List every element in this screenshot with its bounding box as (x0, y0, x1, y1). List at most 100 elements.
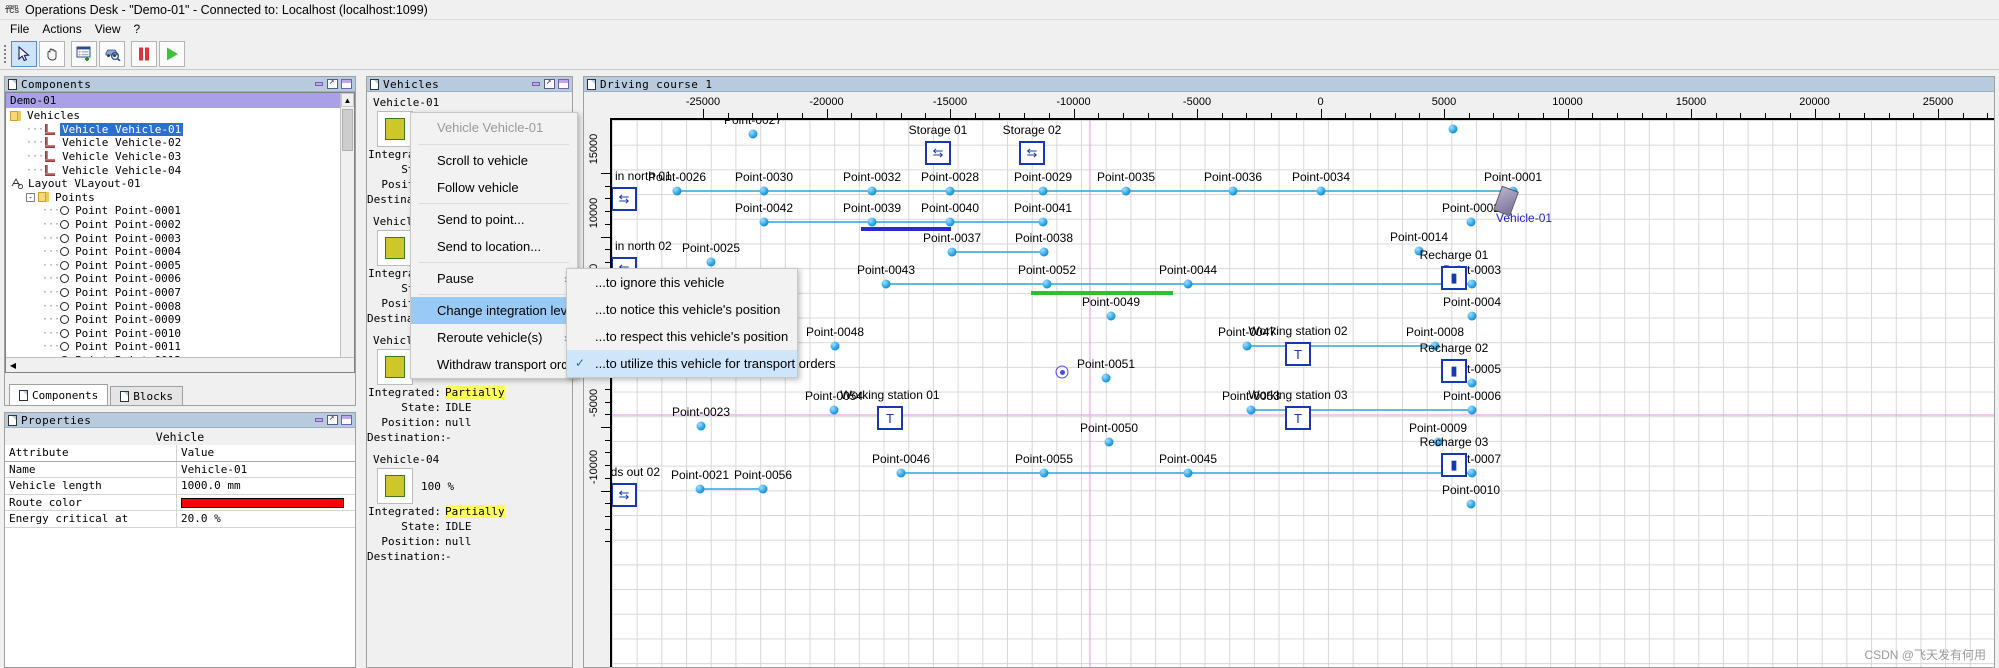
tree-item[interactable]: - Points (6, 191, 340, 205)
vehicle-entry[interactable]: Vehicle-04 100 % Integrated: Partially State… (367, 449, 572, 568)
tree-item[interactable]: Layout VLayout-01 (6, 177, 340, 191)
map-point[interactable] (867, 186, 877, 196)
map-point[interactable] (1242, 341, 1252, 351)
context-menu-item[interactable]: Send to point... (411, 206, 577, 233)
integration-level-option[interactable]: ...to respect this vehicle's position (567, 323, 797, 350)
workstation-icon[interactable]: T (877, 406, 903, 430)
tree-item[interactable]: ··· Point Point-0001 (6, 204, 340, 218)
property-row[interactable]: Route color (5, 494, 355, 511)
route-color-swatch[interactable] (181, 497, 345, 508)
tree-item[interactable]: ··· Vehicle Vehicle-01 (6, 122, 340, 137)
property-row[interactable]: Name Vehicle-01 (5, 461, 355, 478)
menu-view[interactable]: View (91, 21, 130, 37)
tree-horizontal-scrollbar[interactable]: ◀ (6, 357, 354, 372)
battery-icon[interactable]: ▮ (1441, 453, 1467, 477)
select-tool-button[interactable] (11, 40, 37, 67)
goods-icon[interactable]: ⇆ (612, 187, 637, 211)
map-point[interactable] (1466, 217, 1476, 227)
menu-help[interactable]: ? (130, 21, 150, 37)
scroll-up-arrow[interactable]: ▲ (341, 93, 354, 107)
properties-table[interactable]: Attribute Value Name Vehicle-01 Vehicle le… (5, 445, 355, 667)
tree-expander[interactable]: - (26, 192, 35, 202)
context-menu-item[interactable]: Change integration level› (411, 297, 577, 324)
map-point[interactable] (1101, 373, 1111, 383)
map-point[interactable] (881, 279, 891, 289)
map-point[interactable] (945, 217, 955, 227)
maximize-panel-button[interactable] (341, 415, 352, 426)
map-point[interactable] (672, 186, 682, 196)
integration-level-option[interactable]: ...to ignore this vehicle (567, 269, 797, 296)
map-point[interactable] (896, 468, 906, 478)
integration-level-option[interactable]: ...to notice this vehicle's position (567, 296, 797, 323)
map-point[interactable] (1038, 186, 1048, 196)
find-vehicle-button[interactable] (99, 40, 125, 67)
tree-root-node[interactable]: Demo-01 (6, 93, 354, 108)
vehicle-context-menu[interactable]: Vehicle Vehicle-01 Scroll to vehicle Foll… (410, 112, 580, 379)
map-point[interactable] (947, 247, 957, 257)
map-point[interactable] (1466, 499, 1476, 509)
map-point[interactable] (1467, 279, 1477, 289)
property-row[interactable]: Energy critical at 20.0 % (5, 511, 355, 528)
tree-item[interactable]: ··· Vehicle Vehicle-03 (6, 150, 340, 164)
map-point[interactable] (695, 484, 705, 494)
map-point[interactable] (759, 217, 769, 227)
goods-icon[interactable]: ⇆ (612, 483, 637, 507)
tree-item[interactable]: ··· Point Point-0006 (6, 272, 340, 286)
minimize-panel-button[interactable] (313, 79, 324, 90)
float-panel-button[interactable] (544, 79, 555, 90)
property-value[interactable]: 20.0 % (177, 511, 355, 527)
map-point[interactable] (867, 217, 877, 227)
create-transport-order-button[interactable] (71, 40, 97, 67)
tree-item[interactable]: ··· Point Point-0010 (6, 327, 340, 341)
tree-item[interactable]: ··· Point Point-0004 (6, 245, 340, 259)
tab-components[interactable]: Components (9, 384, 109, 405)
map-point[interactable] (1183, 279, 1193, 289)
pause-all-vehicles-button[interactable] (131, 40, 157, 67)
tree-item[interactable]: ··· Vehicle Vehicle-02 (6, 136, 340, 150)
menu-actions[interactable]: Actions (38, 21, 90, 37)
resume-all-vehicles-button[interactable] (159, 40, 185, 67)
context-menu-item[interactable]: Scroll to vehicle (411, 147, 577, 174)
map-point[interactable] (1042, 279, 1052, 289)
map-point[interactable] (1246, 405, 1256, 415)
tree-item[interactable]: ··· Point Point-0011 (6, 340, 340, 354)
map-point[interactable] (829, 405, 839, 415)
battery-icon[interactable]: ▮ (1441, 359, 1467, 383)
tree-item[interactable]: Vehicles (6, 109, 340, 123)
scroll-left-arrow[interactable]: ◀ (6, 359, 20, 372)
vehicle-thumbnail[interactable] (377, 230, 413, 266)
property-value[interactable]: 1000.0 mm (177, 478, 355, 494)
menu-file[interactable]: File (6, 21, 38, 37)
toolbar-drag-handle[interactable] (2, 43, 8, 65)
map-point[interactable] (1039, 247, 1049, 257)
scroll-thumb[interactable] (342, 109, 353, 151)
map-point[interactable] (748, 129, 758, 139)
map-point[interactable] (1121, 186, 1131, 196)
map-point[interactable] (1467, 468, 1477, 478)
map-point[interactable] (1316, 186, 1326, 196)
maximize-panel-button[interactable] (341, 79, 352, 90)
map-point[interactable] (1104, 437, 1114, 447)
tree-item[interactable]: ··· Vehicle Vehicle-04 (6, 163, 340, 177)
float-panel-button[interactable] (327, 79, 338, 90)
storage-icon[interactable]: ⇆ (1019, 141, 1045, 165)
map-point[interactable] (1228, 186, 1238, 196)
map-point[interactable] (1183, 468, 1193, 478)
pan-tool-button[interactable] (39, 40, 65, 67)
integration-level-option[interactable]: ✓ ...to utilize this vehicle for transpor… (567, 350, 836, 377)
map-point[interactable] (945, 186, 955, 196)
property-row[interactable]: Vehicle length 1000.0 mm (5, 478, 355, 495)
context-menu-item[interactable]: Reroute vehicle(s)› (411, 324, 577, 351)
property-value[interactable] (177, 495, 355, 511)
minimize-panel-button[interactable] (313, 415, 324, 426)
map-point[interactable] (696, 421, 706, 431)
tree-item[interactable]: ··· Point Point-0002 (6, 218, 340, 232)
components-tree[interactable]: Demo-01 Vehicles ··· Vehicle Vehicle-01 ···… (5, 92, 355, 373)
map-point[interactable] (1039, 468, 1049, 478)
map-point[interactable] (759, 186, 769, 196)
context-menu-item[interactable]: Pause› (411, 265, 577, 292)
map-point[interactable] (1106, 311, 1116, 321)
map-point[interactable] (1467, 378, 1477, 388)
map-point[interactable] (1448, 124, 1458, 134)
workstation-icon[interactable]: T (1285, 406, 1311, 430)
